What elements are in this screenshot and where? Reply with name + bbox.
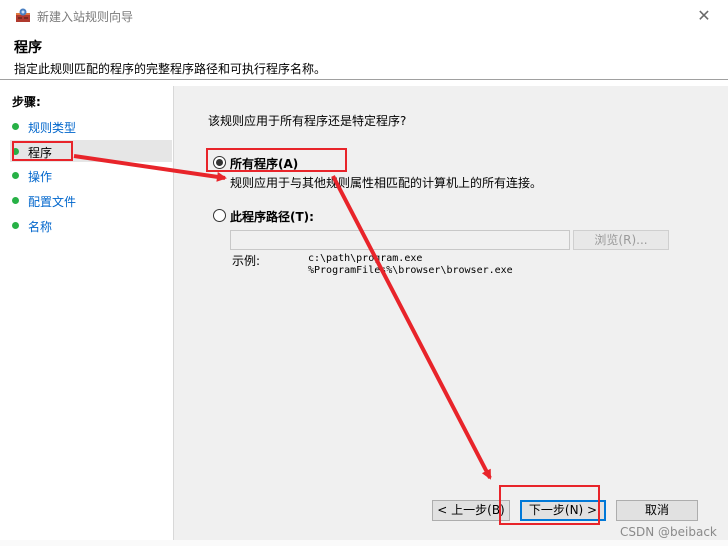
window-title: 新建入站规则向导 [37, 10, 134, 24]
page-description: 指定此规则匹配的程序的完整程序路径和可执行程序名称。 [14, 62, 327, 76]
browse-button[interactable]: 浏览(R)... [573, 230, 669, 250]
watermark: CSDN @beiback [620, 525, 717, 539]
sidebar-item-label: 名称 [28, 220, 53, 234]
back-button[interactable]: < 上一步(B) [432, 500, 510, 521]
page-title: 程序 [14, 40, 42, 56]
sidebar-item-label: 操作 [28, 170, 53, 184]
sidebar-item-profile[interactable]: 配置文件 [10, 189, 172, 211]
example-path: c:\path\program.exe [308, 253, 423, 264]
wizard-header: 程序 指定此规则匹配的程序的完整程序路径和可执行程序名称。 [0, 32, 728, 80]
firewall-shield-icon [16, 8, 30, 22]
green-dot-icon [12, 123, 19, 130]
green-dot-icon [12, 148, 19, 155]
steps-heading: 步骤: [12, 95, 41, 109]
close-icon[interactable]: ✕ [694, 6, 714, 26]
example-path: %ProgramFiles%\browser\browser.exe [308, 265, 513, 276]
all-programs-label[interactable]: 所有程序(A) [230, 155, 298, 172]
title-bar: 新建入站规则向导 ✕ [0, 0, 728, 32]
sidebar-item-program[interactable]: 程序 [10, 140, 172, 162]
green-dot-icon [12, 197, 19, 204]
next-button[interactable]: 下一步(N) > [520, 500, 606, 521]
sidebar-item-name[interactable]: 名称 [10, 214, 172, 236]
sidebar-item-label: 配置文件 [28, 195, 77, 209]
sidebar-item-rule-type[interactable]: 规则类型 [10, 115, 172, 137]
sidebar-item-action[interactable]: 操作 [10, 164, 172, 186]
steps-sidebar: 步骤: 规则类型 程序 操作 配置文件 名称 [0, 86, 174, 540]
cancel-button[interactable]: 取消 [616, 500, 698, 521]
example-label: 示例: [232, 254, 261, 268]
program-path-input[interactable] [230, 230, 570, 250]
program-path-radio[interactable] [213, 209, 226, 222]
all-programs-radio[interactable] [213, 156, 226, 169]
all-programs-description: 规则应用于与其他规则属性相匹配的计算机上的所有连接。 [230, 176, 543, 190]
question-text: 该规则应用于所有程序还是特定程序? [208, 114, 407, 128]
green-dot-icon [12, 172, 19, 179]
background-strip [0, 540, 728, 546]
sidebar-item-label: 规则类型 [28, 121, 77, 135]
green-dot-icon [12, 222, 19, 229]
program-path-label[interactable]: 此程序路径(T): [230, 208, 314, 225]
sidebar-item-label: 程序 [28, 146, 53, 160]
main-panel: 该规则应用于所有程序还是特定程序? 所有程序(A) 规则应用于与其他规则属性相匹… [176, 86, 728, 540]
